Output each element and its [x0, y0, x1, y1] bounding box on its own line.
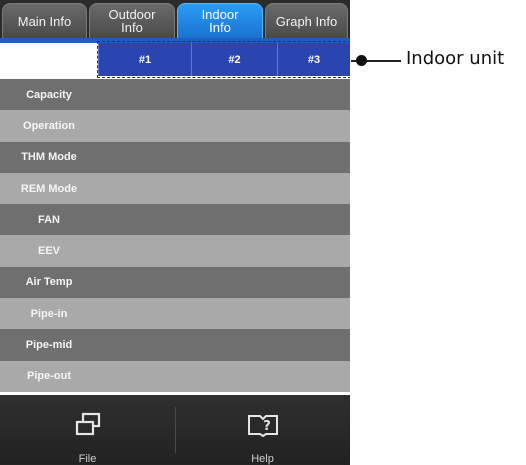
help-book-icon: ? — [246, 411, 280, 439]
row-label: REM Mode — [0, 172, 98, 205]
row-values — [98, 298, 350, 329]
tab-outdoor-info[interactable]: Outdoor Info — [89, 3, 175, 38]
tab-indoor-info-label: Indoor Info — [201, 7, 239, 35]
tab-indoor-info[interactable]: Indoor Info — [177, 3, 263, 38]
row-values — [98, 267, 350, 298]
row-label: THM Mode — [0, 141, 98, 173]
indoor-unit-header-row: #1 #2 #3 — [0, 43, 350, 76]
windows-icon — [74, 411, 102, 439]
row-air-temp: Air Temp — [0, 266, 350, 299]
indoor-unit-3-label: #3 — [307, 53, 321, 66]
row-values — [98, 235, 350, 266]
indoor-unit-2[interactable]: #2 — [191, 43, 277, 76]
indoor-unit-1[interactable]: #1 — [98, 43, 191, 76]
row-label: FAN — [0, 204, 98, 236]
file-button-label: File — [78, 453, 97, 465]
tab-graph-info[interactable]: Graph Info — [265, 3, 348, 38]
row-label: Air Temp — [0, 266, 98, 299]
help-button[interactable]: ? Help — [175, 395, 350, 465]
app-screen: Main Info Outdoor Info Indoor Info Graph… — [0, 0, 350, 465]
row-values — [98, 110, 350, 141]
row-values — [98, 361, 350, 392]
row-label: Operation — [0, 110, 98, 142]
callout-indoor-unit-label: Indoor unit — [406, 48, 505, 69]
row-label: EEV — [0, 235, 98, 267]
indoor-unit-3[interactable]: #3 — [277, 43, 350, 76]
unit-header-blank — [0, 43, 98, 76]
row-values — [98, 173, 350, 204]
help-button-label: Help — [251, 453, 274, 465]
row-label: Pipe-in — [0, 298, 98, 330]
row-operation: Operation — [0, 110, 350, 142]
row-rem-mode: REM Mode — [0, 172, 350, 205]
tab-main-info[interactable]: Main Info — [2, 3, 87, 38]
row-fan: FAN — [0, 204, 350, 236]
tab-bar: Main Info Outdoor Info Indoor Info Graph… — [0, 0, 350, 38]
row-values — [98, 142, 350, 173]
row-label: Pipe-out — [0, 360, 98, 392]
row-pipe-out: Pipe-out — [0, 360, 350, 392]
row-capacity: Capacity — [0, 79, 350, 111]
row-thm-mode: THM Mode — [0, 141, 350, 173]
row-values — [98, 329, 350, 360]
row-values — [98, 204, 350, 235]
row-eev: EEV — [0, 235, 350, 267]
file-button[interactable]: File — [0, 395, 175, 465]
tab-graph-info-label: Graph Info — [275, 13, 338, 29]
row-pipe-in: Pipe-in — [0, 298, 350, 330]
callout-dot — [356, 55, 367, 66]
bottom-toolbar: File ? Help — [0, 395, 350, 465]
svg-text:?: ? — [263, 419, 271, 434]
row-values — [98, 79, 350, 110]
indoor-data-table: Capacity Operation THM Mode REM Mode FAN… — [0, 79, 350, 392]
row-label: Pipe-mid — [0, 329, 98, 361]
tab-main-info-label: Main Info — [17, 13, 72, 29]
row-label: Capacity — [0, 79, 98, 111]
indoor-unit-1-label: #1 — [138, 53, 152, 66]
row-pipe-mid: Pipe-mid — [0, 329, 350, 361]
tab-outdoor-info-label: Outdoor Info — [108, 7, 156, 35]
indoor-unit-2-label: #2 — [228, 53, 241, 66]
